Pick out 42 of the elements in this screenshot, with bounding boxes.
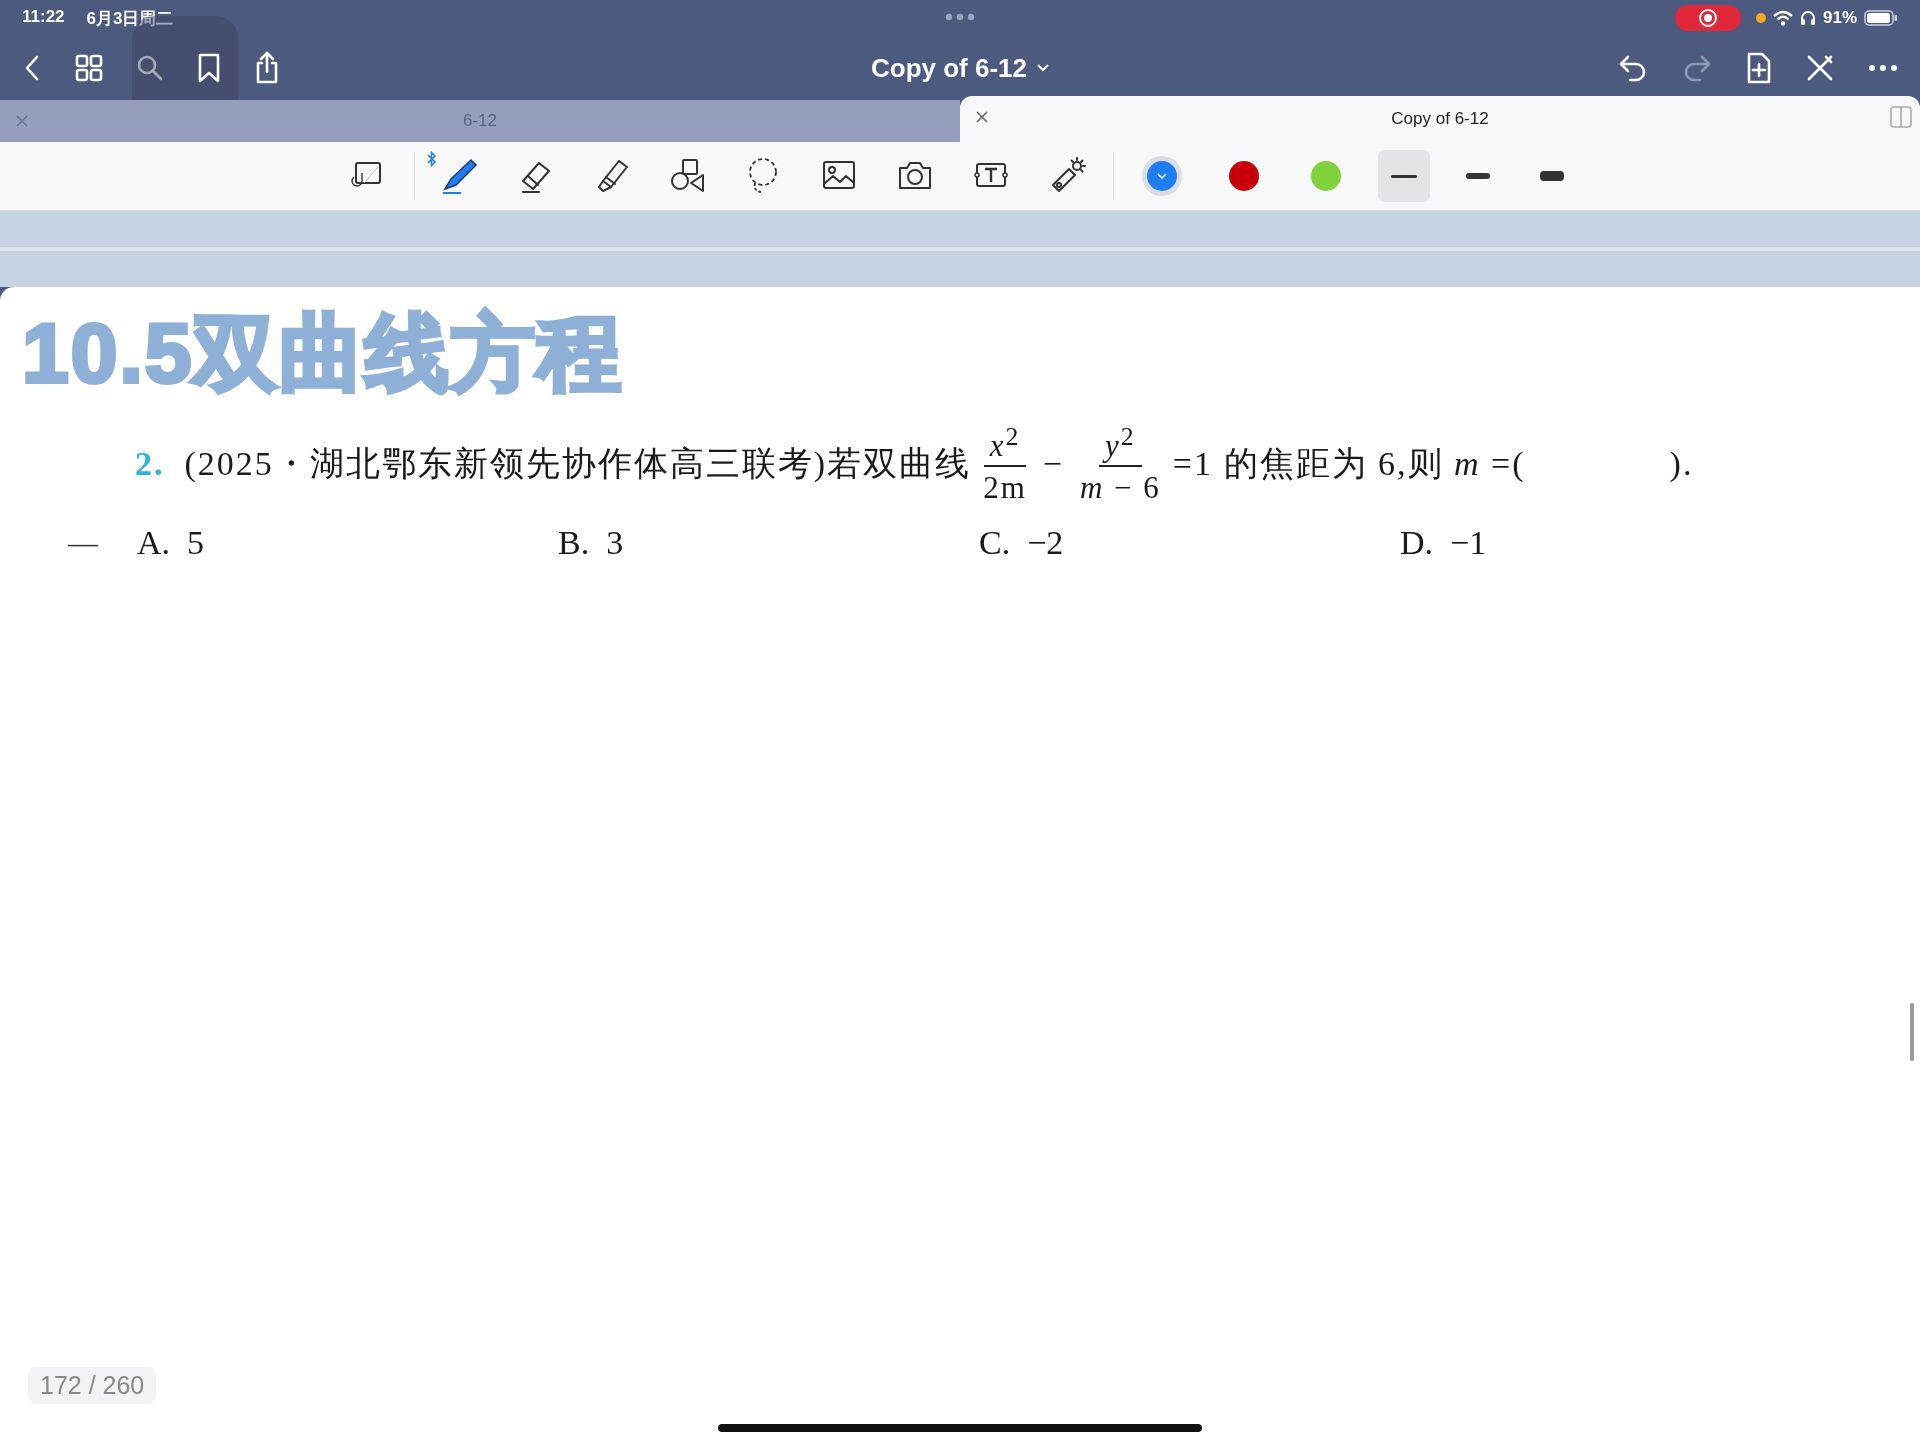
- battery-icon: [1864, 10, 1898, 26]
- search-icon[interactable]: [136, 54, 164, 82]
- stroke-width-option[interactable]: [1378, 150, 1430, 202]
- status-time: 11:22: [22, 6, 65, 28]
- pen-stroke-mark: —: [68, 525, 100, 560]
- color-swatch[interactable]: [1229, 161, 1259, 191]
- question-number: 2.: [135, 445, 165, 484]
- pen-cross-icon[interactable]: [1806, 54, 1834, 82]
- question-text: (2025・湖北鄂东新领先协作体高三联考)若双曲线: [184, 444, 972, 485]
- privacy-dot-icon: [1755, 13, 1766, 23]
- bluetooth-icon: [427, 151, 437, 167]
- laser-pointer-icon[interactable]: [1049, 157, 1087, 195]
- battery-percent: 91%: [1822, 8, 1857, 28]
- undo-icon[interactable]: [1618, 54, 1648, 82]
- share-icon[interactable]: [254, 51, 280, 85]
- answer-option: C. −2: [979, 523, 1400, 562]
- chevron-down-icon: [1157, 173, 1167, 179]
- close-icon[interactable]: [976, 111, 988, 123]
- more-dots-icon: [945, 13, 975, 21]
- minus-sign: −: [1042, 445, 1064, 484]
- answer-option: B. 3: [558, 523, 979, 562]
- color-swatch[interactable]: [1311, 161, 1341, 191]
- shapes-icon[interactable]: [669, 157, 707, 195]
- pen-icon[interactable]: [441, 157, 479, 195]
- fraction: y$^{2}$ m − 6: [1079, 423, 1161, 506]
- document-tab[interactable]: Copy of 6-12: [960, 96, 1920, 142]
- bookmark-icon[interactable]: [197, 52, 221, 84]
- fraction: x$^{2}$ 2m: [983, 423, 1027, 506]
- status-date: 6月3日周二: [86, 7, 174, 30]
- record-icon: [1697, 8, 1718, 28]
- more-icon[interactable]: [1868, 64, 1898, 72]
- headphones-icon: [1799, 10, 1816, 26]
- section-heading: 10.5双曲线方程: [22, 311, 625, 395]
- chevron-down-icon: [1037, 64, 1049, 72]
- wifi-icon: [1772, 10, 1793, 26]
- document-title-button[interactable]: Copy of 6-12: [871, 52, 1049, 84]
- grid-icon[interactable]: [75, 54, 103, 82]
- page-counter: 172 / 260: [28, 1367, 157, 1404]
- add-page-icon[interactable]: [1746, 51, 1772, 85]
- answer-option: A. 5: [137, 523, 558, 562]
- question-text: =1 的焦距为 6,则 m =( ).: [1172, 444, 1694, 485]
- answer-option: D. −1: [1400, 523, 1821, 562]
